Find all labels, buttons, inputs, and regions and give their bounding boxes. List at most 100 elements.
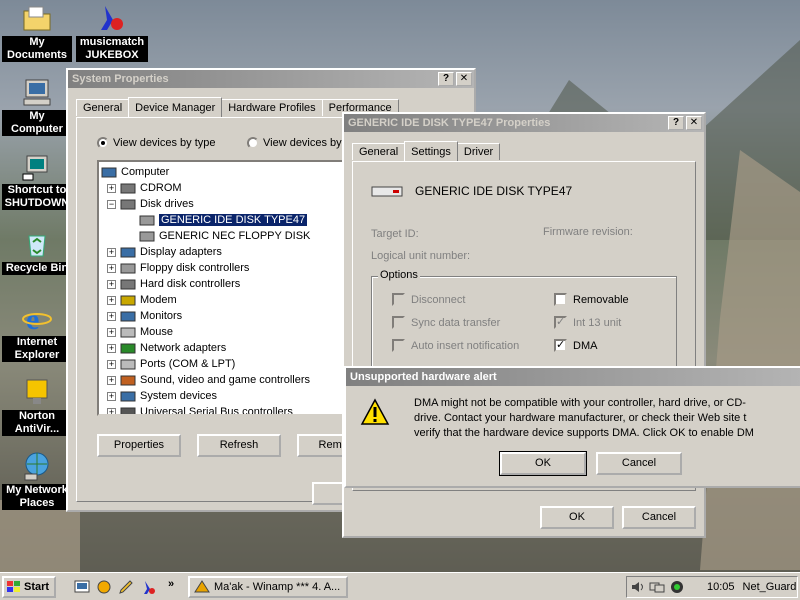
svg-text:e: e: [26, 303, 39, 334]
dma-option[interactable]: ✓ DMA: [554, 339, 597, 352]
tree-node[interactable]: + Hard disk controllers: [107, 276, 240, 292]
removable-checkbox[interactable]: [554, 293, 567, 306]
close-button[interactable]: ✕: [456, 72, 472, 86]
desktop-icon-label: Recycle Bin: [2, 262, 72, 275]
tree-node[interactable]: + CDROM: [107, 180, 182, 196]
view-by-type-option[interactable]: View devices by type: [97, 137, 216, 149]
tree-node[interactable]: + Sound, video and game controllers: [107, 372, 310, 388]
tree-node[interactable]: + System devices: [107, 388, 217, 404]
expand-toggle[interactable]: +: [107, 279, 116, 289]
target-id-label: Target ID:: [371, 228, 419, 240]
expand-toggle[interactable]: +: [107, 311, 116, 321]
tab-general[interactable]: General: [352, 143, 406, 160]
disconnect-checkbox: [392, 293, 405, 306]
refresh-button[interactable]: Refresh: [197, 434, 281, 457]
disk-properties-titlebar[interactable]: GENERIC IDE DISK TYPE47 Properties ? ✕: [344, 114, 704, 132]
expand-toggle[interactable]: +: [107, 391, 116, 401]
sync-checkbox: [392, 316, 405, 329]
desktop-icon-network-places[interactable]: My Network Places: [2, 450, 72, 510]
firmware-label: Firmware revision:: [543, 226, 633, 238]
tree-node[interactable]: + Universal Serial Bus controllers: [107, 404, 293, 414]
device-icon: [120, 325, 136, 339]
alert-titlebar[interactable]: Unsupported hardware alert: [346, 368, 800, 386]
quicklaunch-desktop-icon[interactable]: [74, 579, 90, 595]
shutdown-shortcut-icon: [21, 150, 53, 182]
desktop-icon-musicmatch[interactable]: musicmatch JUKEBOX: [76, 2, 148, 62]
desktop-icon-shutdown[interactable]: Shortcut to SHUTDOWN: [2, 150, 72, 210]
taskbar-winamp-item[interactable]: Ma'ak - Winamp *** 4. A...: [188, 576, 348, 598]
modem-tray-icon[interactable]: [669, 580, 685, 594]
disk-cancel-button[interactable]: Cancel: [622, 506, 696, 529]
folder-documents-icon: [21, 2, 53, 34]
tree-node[interactable]: + Mouse: [107, 324, 173, 340]
quicklaunch-media-icon[interactable]: [96, 579, 112, 595]
tab-settings[interactable]: Settings: [404, 141, 458, 161]
desktop-icon-norton[interactable]: Norton AntiVir...: [2, 376, 72, 436]
expand-toggle[interactable]: +: [107, 407, 116, 414]
properties-button[interactable]: Properties: [97, 434, 181, 457]
desktop-icon-my-documents[interactable]: My Documents: [2, 2, 72, 62]
view-by-type-radio[interactable]: [97, 137, 109, 149]
view-by-connection-option[interactable]: View devices by: [247, 137, 342, 149]
close-button[interactable]: ✕: [686, 116, 702, 130]
volume-icon[interactable]: [631, 580, 645, 594]
auto-insert-option: Auto insert notification: [392, 339, 519, 352]
device-icon: [120, 277, 136, 291]
desktop-icon-label: My Network Places: [2, 484, 72, 510]
device-icon: [139, 213, 155, 227]
expand-toggle[interactable]: +: [107, 375, 116, 385]
removable-option[interactable]: Removable: [554, 293, 629, 306]
tree-node[interactable]: − Disk drives: [107, 196, 194, 212]
tab-general[interactable]: General: [76, 99, 130, 116]
alert-ok-button[interactable]: OK: [499, 451, 587, 476]
tree-node[interactable]: GENERIC NEC FLOPPY DISK: [139, 228, 310, 244]
tree-node-label: GENERIC IDE DISK TYPE47: [159, 214, 308, 226]
tree-node[interactable]: + Display adapters: [107, 244, 222, 260]
logical-unit-label: Logical unit number:: [371, 250, 471, 262]
tree-node[interactable]: Computer: [101, 164, 169, 180]
expand-toggle[interactable]: +: [107, 343, 116, 353]
tab-device-manager[interactable]: Device Manager: [128, 97, 223, 117]
tree-node-label: System devices: [140, 390, 218, 402]
system-properties-titlebar[interactable]: System Properties ? ✕: [68, 70, 474, 88]
quicklaunch-pencil-icon[interactable]: [118, 579, 134, 595]
tree-node-label: Ports (COM & LPT): [140, 358, 236, 370]
tab-driver[interactable]: Driver: [456, 143, 501, 160]
network-places-icon: [21, 450, 53, 482]
sync-label: Sync data transfer: [411, 316, 501, 329]
hard-drive-icon: [371, 184, 403, 198]
expand-toggle[interactable]: +: [107, 295, 116, 305]
device-icon: [120, 261, 136, 275]
desktop-icon-internet-explorer[interactable]: e Internet Explorer: [2, 302, 72, 362]
tree-node[interactable]: + Floppy disk controllers: [107, 260, 249, 276]
desktop-icon-label: Shortcut to SHUTDOWN: [2, 184, 72, 210]
alert-cancel-button[interactable]: Cancel: [596, 452, 682, 475]
tree-node[interactable]: GENERIC IDE DISK TYPE47: [139, 212, 308, 228]
collapse-toggle[interactable]: −: [107, 199, 116, 209]
device-tree[interactable]: Computer + CDROM − Disk drives GENERIC IDE DI…: [97, 160, 357, 416]
expand-toggle[interactable]: +: [107, 327, 116, 337]
expand-toggle[interactable]: +: [107, 263, 116, 273]
taskbar: Start » Ma'ak - Winamp *** 4. A... 10:05…: [0, 572, 800, 600]
disk-ok-button[interactable]: OK: [540, 506, 614, 529]
quicklaunch-chevron[interactable]: »: [168, 578, 174, 590]
view-by-connection-radio[interactable]: [247, 137, 259, 149]
expand-toggle[interactable]: +: [107, 359, 116, 369]
help-button[interactable]: ?: [668, 116, 684, 130]
view-by-connection-label: View devices by: [263, 137, 342, 149]
network-tray-icon[interactable]: [649, 580, 665, 594]
tree-node[interactable]: + Monitors: [107, 308, 182, 324]
tree-node[interactable]: + Ports (COM & LPT): [107, 356, 235, 372]
tree-node[interactable]: + Modem: [107, 292, 177, 308]
tab-hardware-profiles[interactable]: Hardware Profiles: [221, 99, 323, 116]
desktop-icon-my-computer[interactable]: My Computer: [2, 76, 72, 136]
quicklaunch-musicmatch-icon[interactable]: [140, 579, 156, 595]
start-button[interactable]: Start: [2, 576, 56, 598]
dma-checkbox[interactable]: ✓: [554, 339, 567, 352]
clock[interactable]: 10:05: [707, 581, 735, 593]
tree-node[interactable]: + Network adapters: [107, 340, 226, 356]
help-button[interactable]: ?: [438, 72, 454, 86]
desktop-icon-recycle-bin[interactable]: Recycle Bin: [2, 228, 72, 275]
expand-toggle[interactable]: +: [107, 183, 116, 193]
expand-toggle[interactable]: +: [107, 247, 116, 257]
